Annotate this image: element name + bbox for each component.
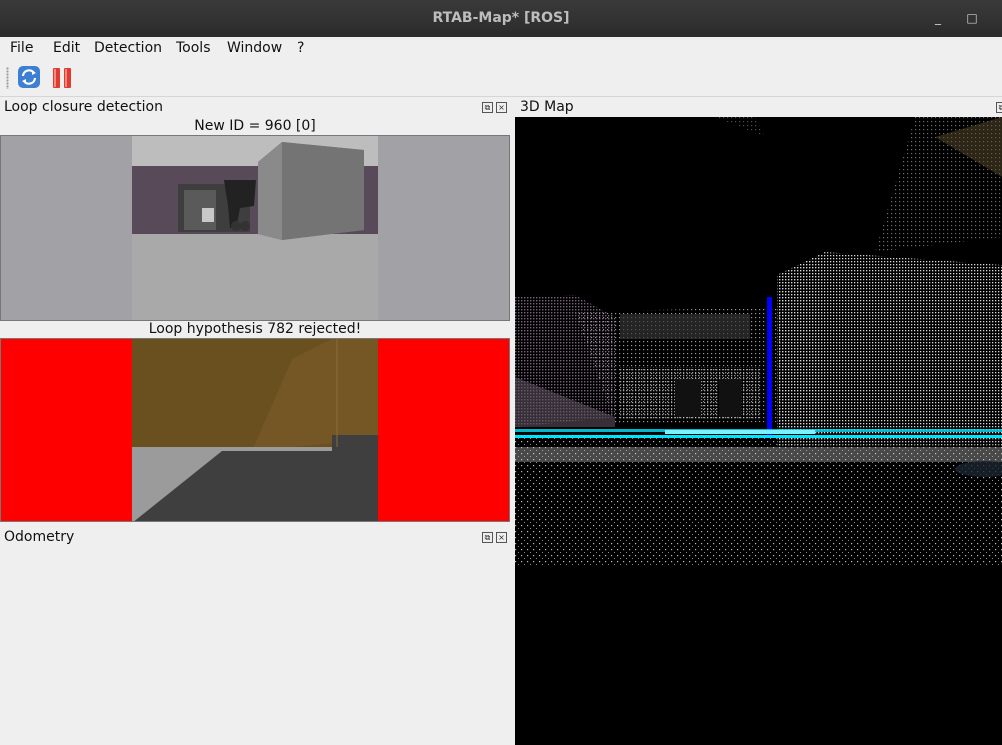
float-icon: ⧉ — [484, 533, 491, 542]
toolbar — [0, 59, 1002, 97]
odometry-dock-float-button[interactable]: ⧉ — [482, 532, 493, 543]
odometry-dock-title: Odometry — [4, 529, 75, 545]
odometry-dock-close-button[interactable]: × — [496, 532, 507, 543]
minimize-icon: _ — [935, 11, 941, 25]
new-image-scene — [132, 136, 378, 320]
float-icon: ⧉ — [484, 103, 491, 112]
loop-hypothesis-caption: Loop hypothesis 782 rejected! — [148, 321, 362, 337]
new-image-panel — [0, 135, 510, 321]
loop-image-view — [132, 339, 378, 521]
maximize-icon: □ — [966, 11, 978, 25]
menu-edit[interactable]: Edit — [53, 40, 80, 56]
pause-icon — [53, 68, 71, 88]
window-titlebar: RTAB-Map* [ROS] _ □ — [0, 0, 1002, 37]
loop-image-scene — [132, 339, 378, 521]
loop-image-panel — [0, 338, 510, 522]
loop-dock-float-button[interactable]: ⧉ — [482, 102, 493, 113]
menu-bar: File Edit Detection Tools Window ? — [0, 37, 1002, 59]
menu-help[interactable]: ? — [297, 40, 304, 56]
menu-file[interactable]: File — [10, 40, 33, 56]
new-image-view — [132, 136, 378, 320]
map3d-dock-float-button[interactable]: ⧉ — [996, 102, 1002, 113]
refresh-button[interactable] — [17, 65, 41, 89]
menu-window[interactable]: Window — [227, 40, 282, 56]
close-icon: × — [498, 103, 505, 112]
float-icon: ⧉ — [998, 103, 1002, 112]
menu-detection[interactable]: Detection — [94, 40, 162, 56]
map3d-view[interactable] — [515, 117, 1002, 745]
pause-button[interactable] — [51, 66, 73, 90]
menu-tools[interactable]: Tools — [176, 40, 211, 56]
toolbar-grip[interactable] — [6, 67, 9, 89]
odometry-view — [0, 550, 512, 745]
window-title: RTAB-Map* [ROS] — [432, 10, 570, 26]
point-cloud-render — [515, 117, 1002, 567]
map3d-dock-title: 3D Map — [520, 99, 574, 115]
close-icon: × — [498, 533, 505, 542]
refresh-icon — [18, 66, 40, 88]
maximize-button[interactable]: □ — [962, 8, 982, 28]
new-id-caption: New ID = 960 [0] — [194, 118, 316, 134]
loop-dock-close-button[interactable]: × — [496, 102, 507, 113]
minimize-button[interactable]: _ — [928, 8, 948, 28]
loop-closure-dock-title: Loop closure detection — [4, 99, 163, 115]
